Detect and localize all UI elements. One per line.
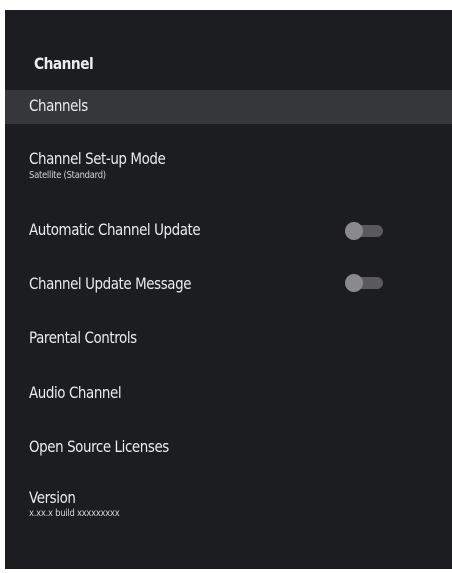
menu-item-automatic-channel-update[interactable]: Automatic Channel Update — [5, 214, 452, 248]
update-message-toggle[interactable] — [345, 274, 383, 292]
menu-item-label: Audio Channel — [29, 383, 122, 402]
menu-item-channel-update-message[interactable]: Channel Update Message — [5, 268, 452, 302]
menu-item-label: Channel Update Message — [29, 274, 192, 293]
menu-item-label: Parental Controls — [29, 328, 137, 347]
panel-title: Channel — [34, 54, 94, 73]
menu-item-label: Open Source Licenses — [29, 437, 169, 456]
menu-item-audio-channel[interactable]: Audio Channel — [5, 378, 452, 412]
automatic-update-toggle[interactable] — [345, 222, 383, 240]
toggle-knob — [345, 274, 363, 292]
menu-item-channel-setup-mode[interactable]: Channel Set-up Mode Satellite (Standard) — [5, 146, 452, 192]
menu-item-open-source-licenses[interactable]: Open Source Licenses — [5, 432, 452, 466]
menu-item-label: Automatic Channel Update — [29, 220, 201, 239]
menu-item-label: Version — [29, 488, 76, 507]
menu-item-version[interactable]: Version x.xx.x build xxxxxxxxx — [5, 484, 452, 530]
menu-item-channels[interactable]: Channels — [5, 90, 452, 124]
menu-item-label: Channel Set-up Mode — [29, 149, 166, 168]
menu-item-parental-controls[interactable]: Parental Controls — [5, 323, 452, 357]
channel-settings-panel: Channel Channels Channel Set-up Mode Sat… — [5, 10, 452, 569]
menu-item-value: x.xx.x build xxxxxxxxx — [29, 508, 120, 519]
menu-item-value: Satellite (Standard) — [29, 170, 106, 181]
menu-item-label: Channels — [29, 96, 88, 115]
toggle-knob — [345, 222, 363, 240]
